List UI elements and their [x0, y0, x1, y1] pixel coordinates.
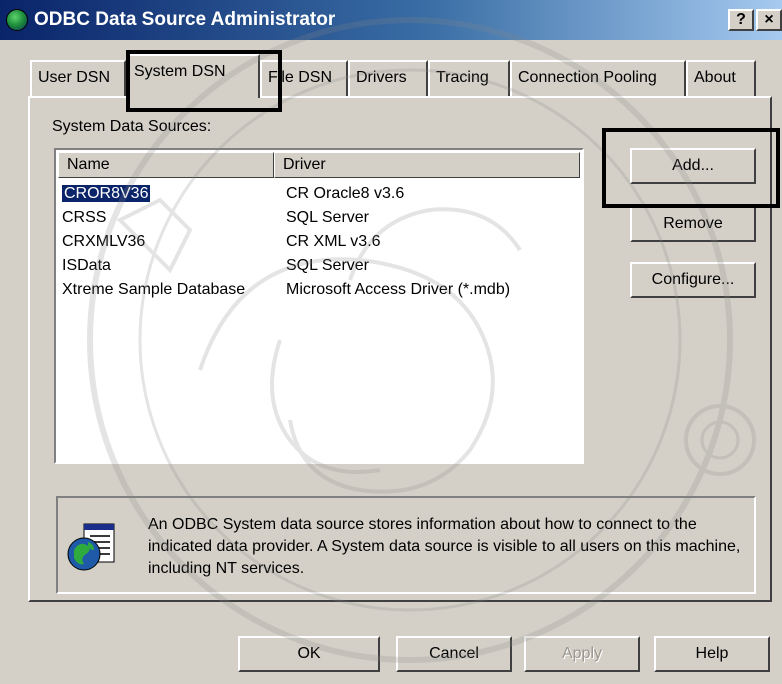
list-item-name[interactable]: Xtreme Sample Database [62, 278, 245, 302]
ok-button[interactable]: OK [238, 636, 380, 672]
list-item-driver[interactable]: Microsoft Access Driver (*.mdb) [286, 278, 510, 302]
odbc-globe-icon[interactable] [6, 9, 28, 31]
list-item-driver[interactable]: CR XML v3.6 [286, 230, 381, 254]
info-description: An ODBC System data source stores inform… [148, 516, 741, 577]
list-item-name[interactable]: CROR8V36 [60, 182, 152, 206]
list-item-driver[interactable]: SQL Server [286, 254, 369, 278]
apply-button[interactable]: Apply [524, 636, 640, 672]
system-data-sources-label: System Data Sources: [52, 118, 212, 135]
system-dsn-highlight-box [126, 50, 282, 112]
database-globe-icon [62, 520, 118, 576]
tab-drivers[interactable]: Drivers [348, 60, 428, 96]
remove-button[interactable]: Remove [630, 206, 756, 242]
list-item-driver[interactable]: SQL Server [286, 206, 369, 230]
list-item-name[interactable]: CRSS [62, 206, 106, 230]
column-header-name[interactable]: Name [58, 152, 274, 178]
tab-about[interactable]: About [686, 60, 756, 96]
help-caption-button[interactable]: ? [728, 9, 754, 31]
list-item-name[interactable]: CRXMLV36 [62, 230, 145, 254]
cancel-button[interactable]: Cancel [396, 636, 512, 672]
tab-tracing[interactable]: Tracing [428, 60, 510, 96]
configure-button[interactable]: Configure... [630, 262, 756, 298]
system-data-sources-list[interactable]: Name Driver CROR8V36 CR Oracle8 v3.6 CRS… [54, 148, 584, 464]
list-item-name[interactable]: ISData [62, 254, 111, 278]
add-button-highlight-box [602, 128, 780, 208]
column-header-driver[interactable]: Driver [274, 152, 580, 178]
list-item-driver[interactable]: CR Oracle8 v3.6 [286, 182, 404, 206]
tab-user-dsn[interactable]: User DSN [30, 60, 126, 96]
tab-connection-pooling[interactable]: Connection Pooling [510, 60, 686, 96]
window-title: ODBC Data Source Administrator [34, 9, 336, 30]
close-button[interactable]: × [756, 9, 782, 31]
help-button[interactable]: Help [654, 636, 770, 672]
